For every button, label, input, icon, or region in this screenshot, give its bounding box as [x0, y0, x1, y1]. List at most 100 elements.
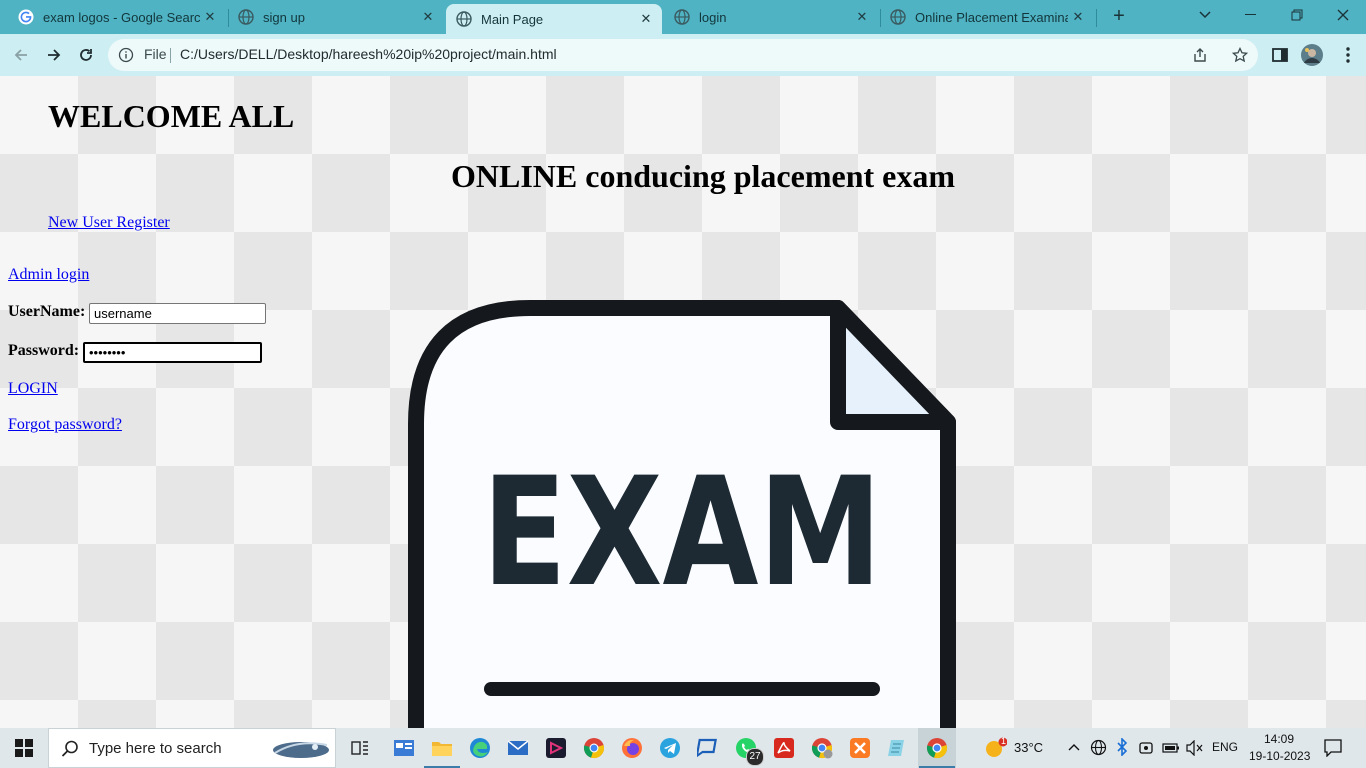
taskbar-chrome-profile[interactable] [804, 728, 840, 768]
share-icon[interactable] [1192, 47, 1208, 63]
taskbar-chrome[interactable] [576, 728, 612, 768]
taskbar-telegram[interactable] [652, 728, 688, 768]
globe-icon [890, 9, 906, 25]
minimize-button[interactable] [1228, 0, 1274, 30]
address-scheme-label: File [144, 46, 167, 62]
back-button[interactable] [7, 41, 35, 69]
clock-time[interactable]: 14:09 [1264, 732, 1294, 746]
close-tab-icon[interactable]: ✕ [636, 11, 656, 27]
taskbar-mail[interactable] [500, 728, 536, 768]
tab-sign-up[interactable]: sign up ✕ [228, 0, 444, 34]
tab-search-chevron-icon[interactable] [1182, 0, 1228, 30]
taskbar-search-box[interactable]: Type here to search [48, 728, 336, 768]
taskbar-firefox[interactable] [614, 728, 650, 768]
address-bar[interactable]: File C:/Users/DELL/Desktop/hareesh%20ip%… [108, 39, 1258, 71]
taskbar-chrome-active[interactable] [918, 728, 956, 768]
tab-main-page[interactable]: Main Page ✕ [446, 4, 662, 34]
username-input[interactable] [89, 303, 266, 324]
windows-logo-icon [15, 739, 33, 757]
username-label: UserName: [8, 303, 86, 320]
restore-button[interactable] [1274, 0, 1320, 30]
exam-logo-text: EXAM [482, 446, 882, 620]
chrome-icon [583, 738, 604, 759]
bluetooth-icon[interactable] [1116, 738, 1128, 756]
password-input[interactable] [83, 342, 262, 363]
battery-icon[interactable] [1162, 742, 1180, 754]
notifications-icon[interactable] [1324, 739, 1342, 757]
close-tab-icon[interactable]: ✕ [200, 9, 220, 25]
taskbar-acrobat[interactable] [766, 728, 802, 768]
forward-button[interactable] [40, 41, 68, 69]
language-indicator[interactable]: ENG [1212, 740, 1238, 754]
main-heading: ONLINE conducing placement exam [451, 158, 955, 194]
close-tab-icon[interactable]: ✕ [418, 9, 438, 25]
close-tab-icon[interactable]: ✕ [852, 9, 872, 25]
side-panel-icon[interactable] [1270, 45, 1290, 65]
taskbar-notepad[interactable] [880, 728, 916, 768]
clock-date[interactable]: 19-10-2023 [1249, 749, 1310, 763]
search-icon [61, 740, 78, 757]
taskbar-xampp[interactable] [842, 728, 878, 768]
browser-tab-strip: exam logos - Google Search ✕ sign up ✕ M… [0, 0, 1366, 34]
tab-title: sign up [263, 9, 305, 25]
globe-icon [238, 9, 254, 25]
tab-login[interactable]: login ✕ [664, 0, 878, 34]
bookmark-star-icon[interactable] [1232, 47, 1248, 63]
new-user-register-link[interactable]: New User Register [48, 214, 170, 232]
exam-logo-image: EXAM [380, 294, 1000, 728]
browser-toolbar: File C:/Users/DELL/Desktop/hareesh%20ip%… [0, 34, 1366, 76]
firefox-icon [622, 738, 642, 758]
start-button[interactable] [0, 728, 48, 768]
tab-title: Online Placement Examinatio [915, 9, 1068, 25]
menu-kebab-icon[interactable] [1338, 45, 1358, 65]
tab-separator [1096, 9, 1097, 27]
weather-badge: 1 [1001, 736, 1007, 746]
folder-icon [432, 742, 452, 756]
task-view-icon [351, 741, 368, 755]
taskbar-chat-app[interactable] [690, 728, 726, 768]
close-tab-icon[interactable]: ✕ [1068, 9, 1088, 25]
login-link[interactable]: LOGIN [8, 380, 58, 398]
taskbar-widgets-app[interactable] [386, 728, 422, 768]
video-editor-icon [546, 738, 566, 758]
reload-button[interactable] [72, 41, 100, 69]
weather-widget[interactable]: 1 [978, 728, 1012, 768]
new-tab-button[interactable]: + [1108, 5, 1130, 27]
network-globe-icon[interactable] [1090, 739, 1107, 756]
globe-icon [674, 9, 690, 25]
taskbar-video-editor[interactable] [538, 728, 574, 768]
reload-icon [80, 49, 92, 61]
notepad-icon [888, 740, 904, 756]
windows-taskbar: Type here to search 27 1 33°C ENG 14:09 … [0, 728, 1366, 768]
acrobat-icon [774, 738, 794, 758]
volume-muted-icon[interactable] [1186, 740, 1204, 756]
info-icon[interactable] [118, 47, 134, 63]
whatsapp-badge: 27 [746, 748, 764, 766]
meet-now-icon[interactable] [1138, 740, 1154, 756]
temperature-text[interactable]: 33°C [1014, 740, 1043, 755]
address-url[interactable]: C:/Users/DELL/Desktop/hareesh%20ip%20pro… [180, 46, 557, 62]
task-view-button[interactable] [342, 728, 378, 768]
profile-avatar-icon[interactable] [1300, 43, 1324, 67]
news-widget-icon [394, 740, 414, 756]
telegram-icon [660, 738, 680, 758]
tab-title: Main Page [481, 11, 544, 27]
close-window-button[interactable] [1320, 0, 1366, 30]
address-divider [170, 48, 171, 63]
chevron-up-icon[interactable] [1068, 742, 1080, 752]
tab-online-placement[interactable]: Online Placement Examinatio ✕ [880, 0, 1094, 34]
edge-icon [470, 738, 490, 758]
globe-icon [456, 11, 472, 27]
admin-login-link[interactable]: Admin login [8, 266, 89, 284]
tab-title: exam logos - Google Search [43, 9, 200, 25]
back-arrow-icon [14, 49, 27, 61]
forgot-password-link[interactable]: Forgot password? [8, 416, 122, 434]
taskbar-whatsapp[interactable]: 27 [728, 728, 764, 768]
chat-app-icon [697, 738, 717, 758]
search-highlight-image [273, 742, 329, 758]
taskbar-file-explorer[interactable] [424, 728, 460, 768]
tab-exam-logos[interactable]: exam logos - Google Search ✕ [8, 0, 226, 34]
tab-title: login [699, 9, 727, 25]
chrome-icon [926, 738, 947, 759]
taskbar-edge[interactable] [462, 728, 498, 768]
